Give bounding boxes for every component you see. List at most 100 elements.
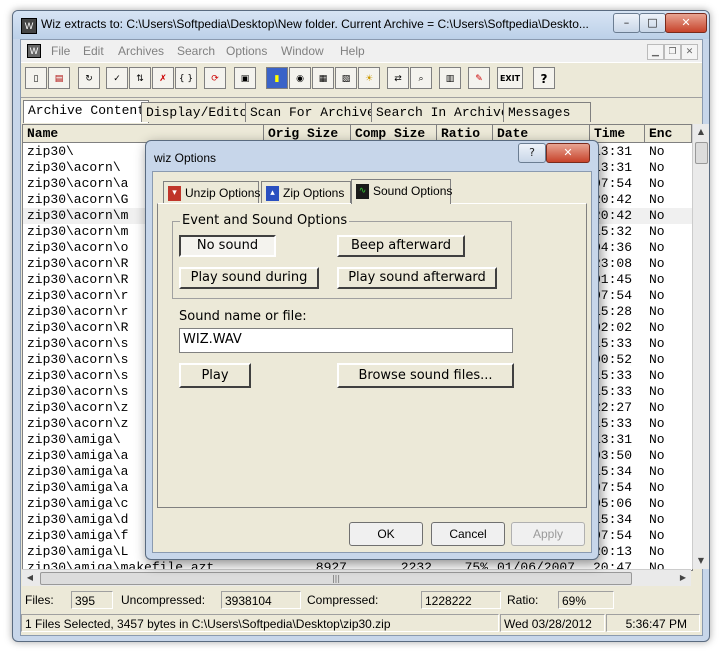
- cell-enc: No: [649, 496, 665, 511]
- column-header-time[interactable]: Time: [590, 125, 645, 143]
- extract-icon[interactable]: ✓: [106, 67, 128, 89]
- cell-enc: No: [649, 192, 665, 207]
- cell-enc: No: [649, 432, 665, 447]
- ok-button[interactable]: OK: [349, 522, 423, 546]
- horizontal-scrollbar[interactable]: ◀ ||| ▶: [22, 569, 691, 586]
- mdi-close-button[interactable]: ✕: [681, 44, 698, 60]
- tab-sound-options-label: Sound Options: [373, 184, 453, 198]
- menu-file[interactable]: File: [51, 44, 70, 58]
- tab-display-editor[interactable]: Display/Editor: [141, 102, 255, 122]
- tip-icon[interactable]: ☀: [358, 67, 380, 89]
- exit-icon[interactable]: EXIT: [497, 67, 523, 89]
- cell-enc: No: [649, 144, 665, 159]
- ratio-label: Ratio:: [507, 593, 539, 607]
- compressed-value: 1228222: [421, 591, 501, 609]
- find-icon[interactable]: ▮: [266, 67, 288, 89]
- uncompressed-label: Uncompressed:: [121, 593, 206, 607]
- cell-time: 13:31: [593, 432, 633, 447]
- title-bar[interactable]: W Wiz extracts to: C:\Users\Softpedia\De…: [13, 11, 709, 39]
- uncompressed-value: 3938104: [221, 591, 301, 609]
- mdi-minimize-button[interactable]: ▁: [647, 44, 664, 60]
- edit-icon[interactable]: ✎: [468, 67, 490, 89]
- refresh-icon[interactable]: ↻: [78, 67, 100, 89]
- scroll-left-arrow[interactable]: ◀: [22, 570, 38, 586]
- scroll-right-arrow[interactable]: ▶: [675, 570, 691, 586]
- search-icon[interactable]: ⌕: [410, 67, 432, 89]
- help-icon[interactable]: ?: [533, 67, 555, 89]
- cell-enc: No: [649, 544, 665, 559]
- vertical-scrollbar[interactable]: ▲ ▼: [692, 124, 709, 569]
- tab-unzip-options[interactable]: ▾ Unzip Options: [163, 181, 260, 203]
- tab-scan-for-archives[interactable]: Scan For Archives: [245, 102, 383, 122]
- cancel-button[interactable]: Cancel: [431, 522, 505, 546]
- cell-enc: No: [649, 224, 665, 239]
- scroll-down-arrow[interactable]: ▼: [693, 553, 709, 569]
- delete-icon[interactable]: ✗: [152, 67, 174, 89]
- unzip-options-icon: ▾: [168, 186, 181, 202]
- column-header-enc[interactable]: Enc: [645, 125, 692, 143]
- ratio-value: 69%: [558, 591, 614, 609]
- close-button[interactable]: ✕: [665, 13, 707, 33]
- menu-options[interactable]: Options: [226, 44, 267, 58]
- open-archive-icon[interactable]: ▤: [48, 67, 70, 89]
- play-sound-during-button[interactable]: Play sound during: [179, 267, 319, 289]
- files-label: Files:: [25, 593, 54, 607]
- trash-icon[interactable]: ▥: [439, 67, 461, 89]
- menu-search[interactable]: Search: [177, 44, 215, 58]
- brackets-icon[interactable]: { }: [175, 67, 197, 89]
- cell-time: 03:50: [593, 448, 633, 463]
- new-file-icon[interactable]: ▯: [25, 67, 47, 89]
- cell-enc: No: [649, 256, 665, 271]
- document-icon[interactable]: W: [27, 44, 41, 58]
- cell-time: 20:42: [593, 208, 633, 223]
- menu-help[interactable]: Help: [340, 44, 365, 58]
- tab-messages[interactable]: Messages: [503, 102, 591, 122]
- cell-enc: No: [649, 240, 665, 255]
- window-title: Wiz extracts to: C:\Users\Softpedia\Desk…: [41, 17, 589, 31]
- vertical-scroll-thumb[interactable]: [695, 142, 708, 164]
- tab-search-in-archives[interactable]: Search In Archives: [371, 102, 516, 122]
- cell-time: 15:33: [593, 368, 633, 383]
- info-icon[interactable]: ▧: [335, 67, 357, 89]
- cell-time: 07:54: [593, 480, 633, 495]
- menu-window[interactable]: Window: [281, 44, 324, 58]
- dialog-help-button[interactable]: ?: [518, 143, 546, 163]
- dialog-close-button[interactable]: ✕: [546, 143, 590, 163]
- no-sound-button[interactable]: No sound: [179, 235, 276, 257]
- wiz-options-dialog: wiz Options ? ✕ ▾ Unzip Options ▴ Zip Opti…: [145, 140, 599, 560]
- view-icon[interactable]: ◉: [289, 67, 311, 89]
- event-sound-group-title: Event and Sound Options: [180, 213, 350, 228]
- maximize-button[interactable]: □: [639, 13, 666, 33]
- menu-edit[interactable]: Edit: [83, 44, 104, 58]
- toolbar: ▯ ▤ ↻ ✓ ⇅ ✗ { } ⟳ ▣ ▮ ◉ ▦ ▧ ☀ ⇄ ⌕ ▥ ✎ EX…: [21, 62, 702, 98]
- play-sound-afterward-button[interactable]: Play sound afterward: [337, 267, 497, 289]
- beep-afterward-button[interactable]: Beep afterward: [337, 235, 465, 257]
- tab-zip-options[interactable]: ▴ Zip Options: [261, 181, 351, 203]
- cell-time: 15:32: [593, 224, 633, 239]
- tab-sound-options[interactable]: ∿ Sound Options: [351, 179, 453, 204]
- play-button[interactable]: Play: [179, 363, 251, 388]
- horizontal-scroll-thumb[interactable]: |||: [40, 572, 632, 585]
- scroll-up-arrow[interactable]: ▲: [693, 124, 709, 140]
- mdi-restore-button[interactable]: ❐: [664, 44, 681, 60]
- cell-enc: No: [649, 384, 665, 399]
- status-bar-selection: 1 Files Selected, 3457 bytes in C:\Users…: [21, 613, 702, 635]
- cell-time: 15:28: [593, 304, 633, 319]
- cell-time: 02:02: [593, 320, 633, 335]
- transfer-icon[interactable]: ⇄: [387, 67, 409, 89]
- print-icon[interactable]: ▦: [312, 67, 334, 89]
- sound-file-input[interactable]: WIZ.WAV: [179, 328, 513, 353]
- reload-icon[interactable]: ⟳: [204, 67, 226, 89]
- menu-archives[interactable]: Archives: [118, 44, 164, 58]
- tab-archive-contents[interactable]: Archive Contents: [23, 100, 153, 123]
- cell-enc: No: [649, 288, 665, 303]
- apply-button[interactable]: Apply: [511, 522, 585, 546]
- cell-time: 13:31: [593, 160, 633, 175]
- minimize-button[interactable]: –: [613, 13, 640, 33]
- extract-all-icon[interactable]: ⇅: [129, 67, 151, 89]
- compressed-label: Compressed:: [307, 593, 379, 607]
- archive-icon[interactable]: ▣: [234, 67, 256, 89]
- cell-time: 22:27: [593, 400, 633, 415]
- browse-sound-files-button[interactable]: Browse sound files...: [337, 363, 514, 388]
- cell-enc: No: [649, 208, 665, 223]
